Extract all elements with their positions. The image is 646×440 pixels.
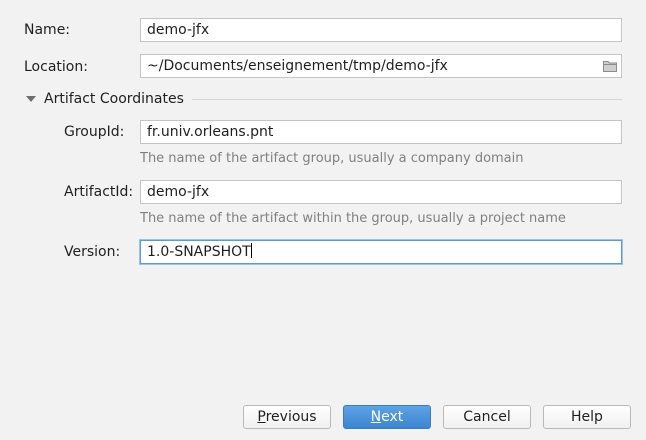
artifact-id-input-value: demo-jfx	[147, 184, 210, 200]
artifact-coordinates-toggle[interactable]: Artifact Coordinates	[26, 90, 184, 108]
previous-label-rest: revious	[265, 409, 317, 425]
section-separator	[192, 99, 622, 100]
location-label: Location:	[24, 59, 88, 75]
version-label: Version:	[64, 244, 121, 260]
cancel-button[interactable]: Cancel	[443, 405, 531, 429]
location-input[interactable]: ~/Documents/enseignement/tmp/demo-jfx	[140, 54, 622, 78]
name-label: Name:	[24, 22, 71, 38]
folder-icon[interactable]	[603, 60, 617, 72]
version-input-value: 1.0-SNAPSHOT	[147, 244, 251, 260]
next-mnemonic: N	[370, 409, 382, 425]
group-id-label: GroupId:	[64, 124, 125, 140]
help-button[interactable]: Help	[543, 405, 631, 429]
next-label-rest: ext	[381, 409, 404, 425]
group-id-hint: The name of the artifact group, usually …	[140, 151, 524, 166]
artifact-id-input[interactable]: demo-jfx	[140, 180, 622, 204]
artifact-coordinates-title: Artifact Coordinates	[44, 91, 184, 107]
group-id-input-value: fr.univ.orleans.pnt	[147, 124, 274, 140]
name-input-value: demo-jfx	[147, 22, 210, 38]
previous-mnemonic: P	[257, 409, 266, 425]
group-id-input[interactable]: fr.univ.orleans.pnt	[140, 120, 622, 144]
artifact-id-label: ArtifactId:	[64, 184, 134, 200]
next-button[interactable]: Next	[343, 405, 431, 429]
previous-button[interactable]: Previous	[243, 405, 331, 429]
name-input[interactable]: demo-jfx	[140, 18, 622, 42]
artifact-id-hint: The name of the artifact within the grou…	[140, 211, 566, 226]
location-input-value: ~/Documents/enseignement/tmp/demo-jfx	[147, 58, 448, 74]
text-caret	[250, 243, 252, 258]
version-input[interactable]: 1.0-SNAPSHOT	[140, 240, 622, 264]
collapse-triangle-icon	[26, 96, 36, 102]
